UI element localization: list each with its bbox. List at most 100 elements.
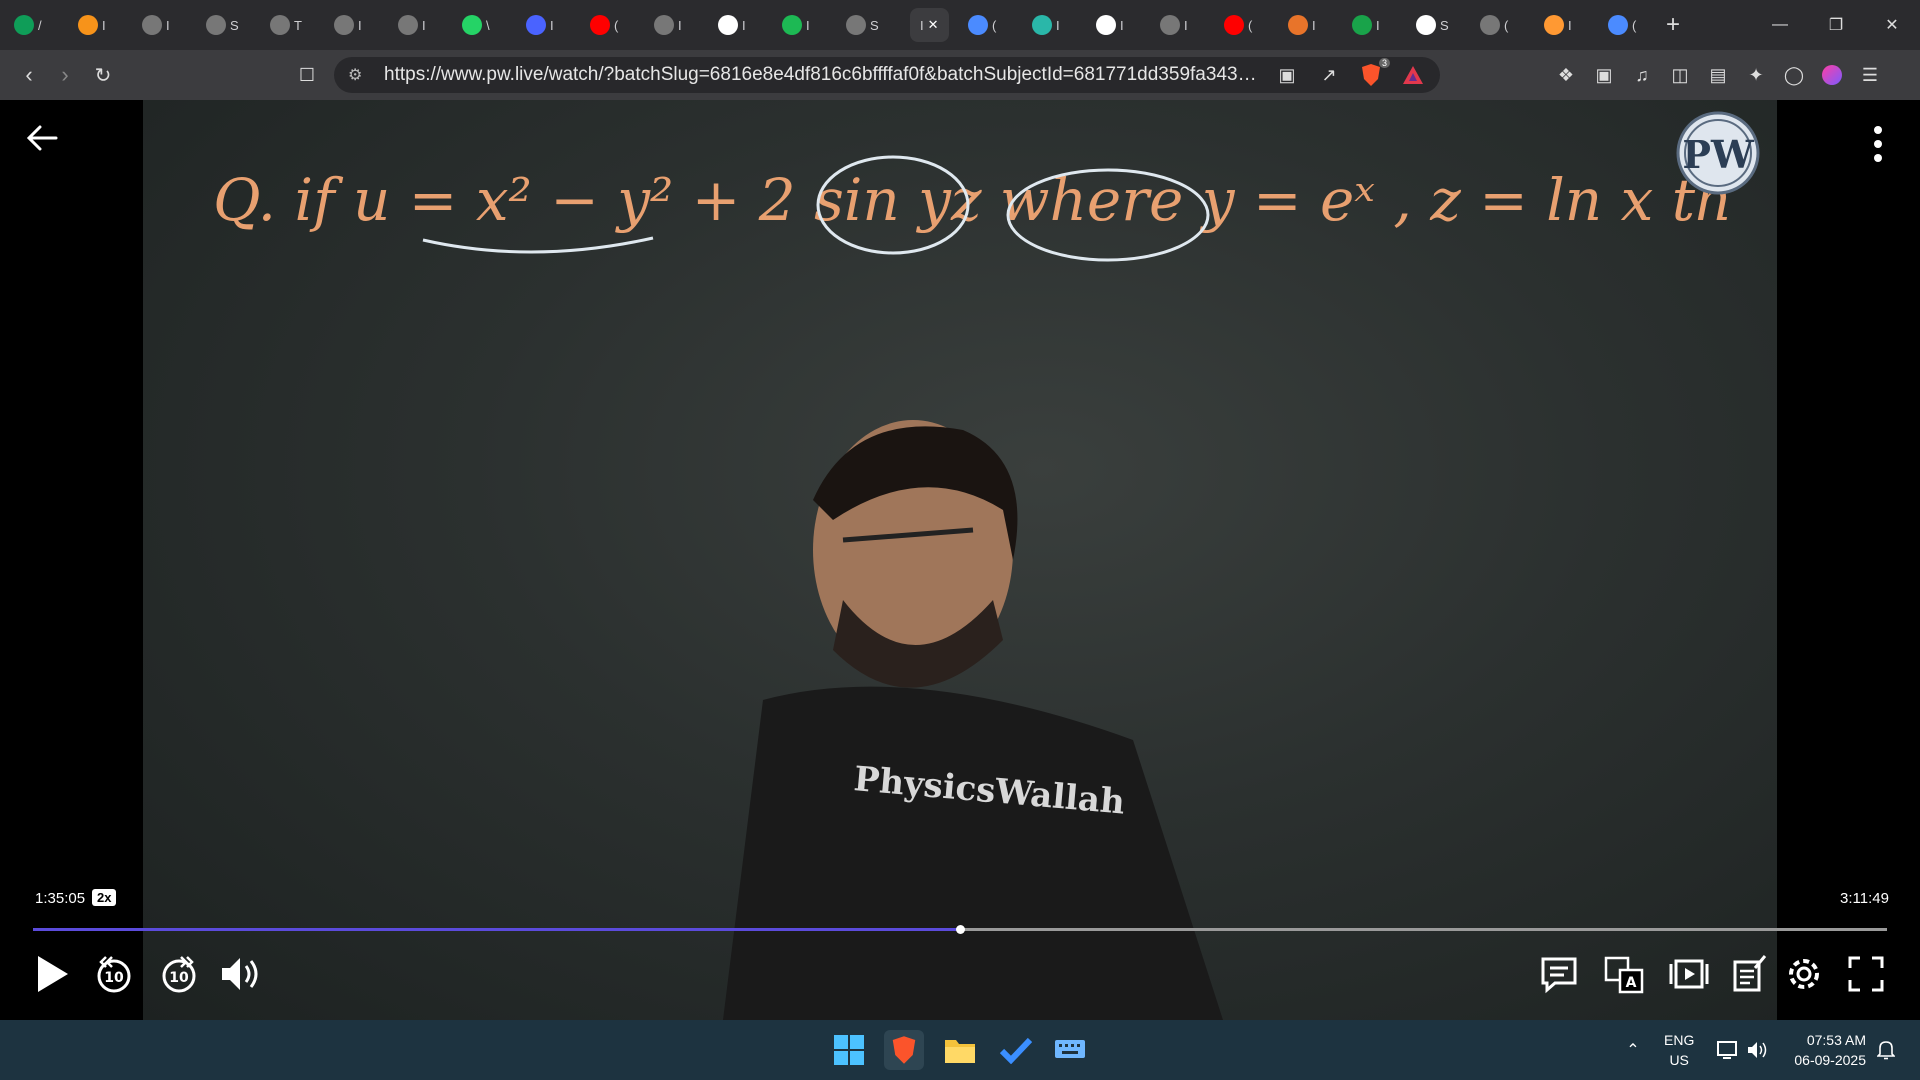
leo-ai-icon[interactable]: ✦ (1743, 62, 1769, 88)
close-window-button[interactable]: ✕ (1864, 0, 1920, 50)
browser-tab[interactable]: I (782, 8, 810, 42)
settings-button[interactable] (1780, 950, 1828, 998)
browser-tab[interactable]: ( (1480, 8, 1508, 42)
system-clock[interactable]: 07:53 AM 06-09-2025 (1786, 1030, 1866, 1070)
fullscreen-icon (1848, 956, 1884, 992)
address-bar[interactable]: ⚙ https://www.pw.live/watch/?batchSlug=6… (334, 57, 1440, 93)
back-button[interactable]: ‹ (14, 60, 44, 90)
tab-label: I (742, 17, 746, 33)
brave-rewards-icon[interactable] (1400, 62, 1426, 88)
rewind-10-button[interactable]: 10 (90, 950, 138, 998)
taskbar-file-explorer[interactable] (940, 1030, 980, 1070)
share-icon[interactable]: ↗ (1316, 62, 1342, 88)
bsnl-icon (206, 15, 226, 35)
progress-bar[interactable] (33, 925, 1887, 934)
video-frame[interactable]: Q. if u = x² − y² + 2 sin yz where y = e… (143, 100, 1777, 1020)
menu-icon[interactable]: ☰ (1857, 62, 1883, 88)
browser-tab[interactable]: I (526, 8, 554, 42)
chat-button[interactable] (1535, 950, 1583, 998)
forward-10-button[interactable]: 10 (155, 950, 203, 998)
fullscreen-button[interactable] (1842, 950, 1890, 998)
tab-label: ( (1248, 17, 1253, 33)
brave-shield-icon[interactable]: 3 (1358, 58, 1390, 88)
browser-tab[interactable]: ( (590, 8, 618, 42)
close-tab-icon[interactable]: ✕ (928, 17, 939, 33)
browser-tab[interactable]: / (14, 8, 42, 42)
whatsapp-icon (462, 15, 482, 35)
browser-tab[interactable]: I (398, 8, 426, 42)
new-tab-icon: + (1666, 11, 1681, 38)
brave-icon (892, 1036, 916, 1064)
translate-button[interactable]: A (1600, 950, 1648, 998)
browser-tab[interactable]: ( (968, 8, 996, 42)
screenshot-icon[interactable]: ▣ (1591, 62, 1617, 88)
forward-icon: 10 (162, 956, 196, 993)
vpn-icon[interactable]: ◯ (1781, 62, 1807, 88)
profile-icon[interactable] (1819, 62, 1845, 88)
playback-speed-badge[interactable]: 2x (92, 889, 117, 906)
forward-button[interactable]: › (50, 60, 80, 90)
tray-overflow-chevron[interactable]: ⌃ (1613, 1030, 1653, 1070)
browser-tab[interactable]: I (1352, 8, 1380, 42)
wallet-icon[interactable]: ▤ (1705, 62, 1731, 88)
cast-icon[interactable]: ▣ (1274, 62, 1300, 88)
browser-tab[interactable]: I (1032, 8, 1060, 42)
browser-tab[interactable]: S (1416, 8, 1449, 42)
keyboard-icon (1055, 1040, 1085, 1058)
browser-tab[interactable]: I (1096, 8, 1124, 42)
pw-logo: PW (1676, 111, 1760, 195)
svg-text:A: A (1626, 975, 1637, 991)
tab-label: S (870, 17, 879, 33)
google-icon (718, 15, 738, 35)
player-back-button[interactable] (24, 120, 60, 156)
language-indicator[interactable]: ENG US (1664, 1030, 1694, 1070)
notes-button[interactable] (1725, 950, 1773, 998)
volume-button[interactable] (218, 950, 266, 998)
media-icon[interactable]: ♫ (1629, 62, 1655, 88)
play-button[interactable] (28, 950, 76, 998)
windows-taskbar: ⌃ ENG US 07:53 AM 06-09-2025 (0, 1020, 1920, 1080)
taskbar-brave[interactable] (884, 1030, 924, 1070)
extensions-icon[interactable]: ❖ (1553, 62, 1579, 88)
browser-tab[interactable]: I (334, 8, 362, 42)
browser-tab[interactable]: I (1160, 8, 1188, 42)
tab-label: I (166, 17, 170, 33)
svg-text:10: 10 (104, 970, 124, 986)
svg-text:PW: PW (1682, 132, 1755, 177)
taskbar-keyboard[interactable] (1050, 1030, 1090, 1070)
start-button[interactable] (829, 1030, 869, 1070)
sidebar-icon[interactable]: ◫ (1667, 62, 1693, 88)
reload-button[interactable]: ↻ (88, 60, 118, 90)
browser-tab[interactable]: S (846, 8, 879, 42)
volume-tray-icon[interactable] (1738, 1030, 1778, 1070)
tab-label: I (550, 17, 554, 33)
progress-handle[interactable] (956, 925, 965, 934)
browser-tab[interactable]: I (718, 8, 746, 42)
browser-tab[interactable]: I (78, 8, 106, 42)
taskbar-todo[interactable] (996, 1030, 1036, 1070)
tab-label: I (1312, 17, 1316, 33)
playlist-button[interactable] (1665, 950, 1713, 998)
browser-tab[interactable]: I (654, 8, 682, 42)
browser-tab[interactable]: I (1288, 8, 1316, 42)
browser-tab[interactable]: ( (1224, 8, 1252, 42)
more-options-icon[interactable] (1868, 124, 1888, 164)
site-settings-icon[interactable]: ⚙ (348, 65, 370, 85)
browser-tab[interactable]: ( (1608, 8, 1636, 42)
browser-tab[interactable]: T (270, 8, 302, 42)
browser-tab[interactable]: I (142, 8, 170, 42)
browser-tab[interactable]: I (1544, 8, 1572, 42)
notification-bell-icon[interactable] (1866, 1030, 1906, 1070)
minimize-button[interactable]: — (1752, 0, 1808, 50)
browser-tab[interactable]: I ✕ (910, 8, 949, 42)
google-icon (1096, 15, 1116, 35)
spotify-icon (782, 15, 802, 35)
restore-button[interactable]: ❐ (1808, 0, 1864, 50)
new-tab-button[interactable]: + (1666, 8, 1680, 42)
browser-tab[interactable]: S (206, 8, 239, 42)
url-text[interactable]: https://www.pw.live/watch/?batchSlug=681… (384, 64, 1262, 86)
youtube-icon (590, 15, 610, 35)
browser-tab[interactable]: \ (462, 8, 490, 42)
video-player[interactable]: Q. if u = x² − y² + 2 sin yz where y = e… (0, 100, 1920, 1020)
bookmark-icon[interactable]: ☐ (292, 60, 322, 90)
